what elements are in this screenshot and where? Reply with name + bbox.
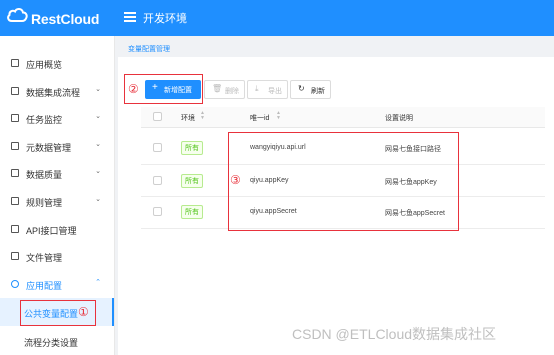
sidebar-item-label: 应用配置 (26, 281, 63, 291)
sidebar-item-label: 规则管理 (26, 198, 63, 208)
column-header-desc: 设置说明 (385, 115, 413, 122)
file-icon (11, 252, 19, 260)
delete-button[interactable]: 🗑 删除 (204, 80, 245, 99)
logo-text: RestCloud (31, 11, 100, 27)
sidebar-item-label: 文件管理 (26, 253, 63, 263)
sidebar-item-label: 元数据管理 (26, 143, 72, 153)
monitor-icon (11, 114, 19, 122)
env-tag: 所有 (181, 174, 203, 188)
sidebar-item-label: 应用概览 (26, 60, 63, 70)
sidebar-item-app-overview[interactable]: 应用概览 (0, 54, 114, 74)
sidebar-subitem-flow-category[interactable]: 流程分类设置 (24, 336, 78, 349)
watermark: CSDN @ETLCloud数据集成社区 (292, 326, 497, 342)
sort-icon[interactable]: ▲ ▼ (200, 111, 205, 121)
sidebar-item-data-integration[interactable]: 数据集成流程 ⌄ (0, 82, 114, 102)
overview-icon (11, 59, 19, 67)
env-tag: 所有 (181, 141, 203, 155)
download-icon: ⤓ (255, 84, 259, 93)
environment-title: 开发环境 (143, 13, 187, 25)
sidebar-item-app-config[interactable]: 应用配置 ⌃ (0, 275, 114, 295)
annotation-number-1: ① (78, 305, 89, 319)
row-checkbox[interactable] (153, 176, 162, 185)
chevron-down-icon: ⌄ (95, 86, 101, 93)
menu-toggle-icon[interactable] (124, 12, 136, 22)
annotation-number-2: ② (128, 82, 139, 96)
metadata-icon (11, 142, 19, 150)
sidebar-item-api[interactable]: API接口管理 (0, 220, 114, 240)
chevron-down-icon: ⌄ (95, 113, 101, 120)
active-indicator (112, 298, 114, 326)
sidebar-item-rules[interactable]: 规则管理 ⌄ (0, 192, 114, 212)
sidebar-item-task-monitor[interactable]: 任务监控 ⌄ (0, 109, 114, 129)
refresh-button[interactable]: ↻ 刷新 (290, 80, 331, 99)
link-icon (11, 225, 19, 233)
sidebar-item-label: API接口管理 (26, 226, 77, 236)
chevron-down-icon: ⌄ (95, 168, 101, 175)
chevron-down-icon: ⌄ (95, 196, 101, 203)
sidebar-item-metadata[interactable]: 元数据管理 ⌄ (0, 137, 114, 157)
export-label: 导出 (268, 88, 282, 95)
breadcrumb[interactable]: 变量配置管理 (128, 44, 170, 54)
annotation-box-3 (228, 132, 459, 231)
quality-icon (11, 169, 19, 177)
refresh-label: 刷新 (311, 88, 325, 95)
top-bar: RestCloud 开发环境 (0, 0, 554, 36)
sidebar-item-label: 数据质量 (26, 170, 63, 180)
annotation-number-3: ③ (230, 173, 241, 187)
column-header-env: 环境 (181, 115, 195, 122)
column-header-id: 唯一id (250, 115, 270, 122)
row-checkbox[interactable] (153, 207, 162, 216)
chevron-down-icon: ⌄ (95, 141, 101, 148)
sidebar-item-label: 任务监控 (26, 115, 63, 125)
trash-icon: 🗑 (212, 84, 223, 93)
delete-label: 删除 (225, 88, 239, 95)
sidebar-item-data-quality[interactable]: 数据质量 ⌄ (0, 164, 114, 184)
sidebar-item-files[interactable]: 文件管理 (0, 247, 114, 267)
select-all-checkbox[interactable] (153, 112, 162, 121)
sort-icon[interactable]: ▲ ▼ (276, 111, 281, 121)
chevron-up-icon: ⌃ (95, 279, 101, 286)
integration-icon (11, 87, 19, 95)
export-button[interactable]: ⤓ 导出 (247, 80, 288, 99)
sidebar-item-label: 数据集成流程 (26, 88, 81, 98)
refresh-icon: ↻ (298, 84, 305, 93)
gear-icon (11, 280, 19, 288)
restcloud-logo[interactable]: RestCloud (6, 6, 118, 30)
cloud-icon (7, 8, 28, 22)
rules-icon (11, 197, 19, 205)
row-checkbox[interactable] (153, 143, 162, 152)
env-tag: 所有 (181, 205, 203, 219)
